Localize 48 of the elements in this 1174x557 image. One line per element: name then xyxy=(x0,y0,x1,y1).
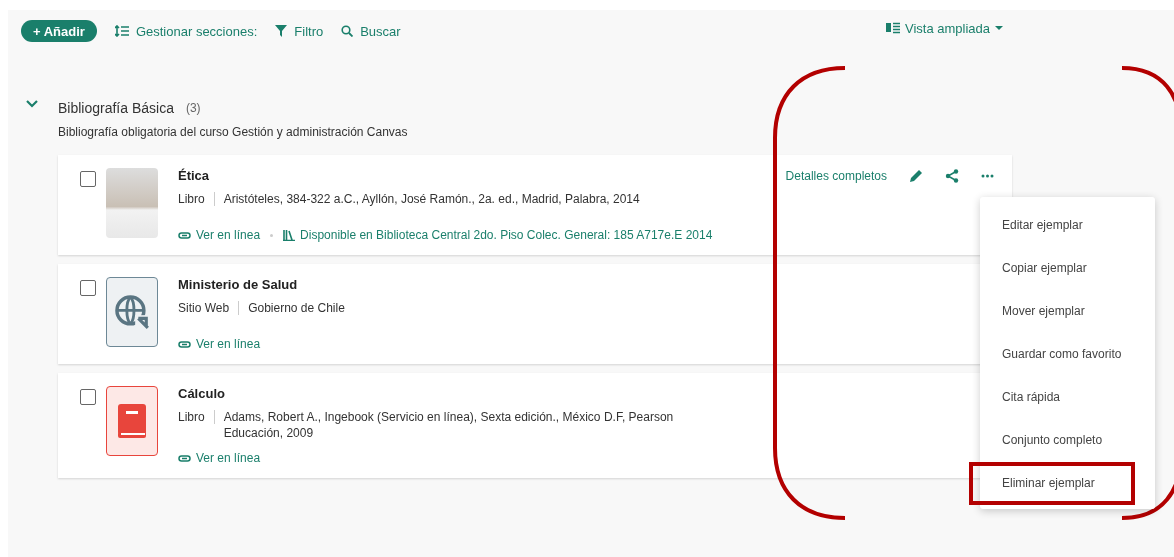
item-type: Libro xyxy=(178,409,205,425)
view-list-icon xyxy=(885,22,900,34)
item-details: Aristóteles, 384-322 a.C., Ayllón, José Ramón., 2a. ed., Madrid, Palabra, 2014 xyxy=(223,191,641,207)
view-online-link[interactable]: Ver en línea xyxy=(178,228,261,242)
add-button[interactable]: + Añadir xyxy=(21,20,97,42)
item-title[interactable]: Cálculo xyxy=(178,386,225,401)
checkbox[interactable] xyxy=(80,280,96,296)
item-type: Libro xyxy=(178,191,205,207)
menu-item[interactable]: Guardar como favorito xyxy=(980,333,1155,376)
chevron-icon[interactable] xyxy=(26,100,38,108)
books-icon xyxy=(283,229,296,241)
book-icon xyxy=(115,402,149,440)
book-cover-placeholder xyxy=(106,168,158,238)
share-icon[interactable] xyxy=(945,169,959,183)
more-icon[interactable] xyxy=(981,174,994,178)
link-icon xyxy=(178,231,191,239)
checkbox[interactable] xyxy=(80,171,96,187)
link-icon xyxy=(178,340,191,348)
item-details: Gobierno de Chile xyxy=(248,300,346,316)
filter-button[interactable]: Filtro xyxy=(275,23,324,39)
link-icon xyxy=(178,454,191,462)
sort-list-icon xyxy=(114,25,129,37)
item-title[interactable]: Ministerio de Salud xyxy=(178,277,298,292)
checkbox[interactable] xyxy=(80,389,96,405)
full-details-link[interactable]: Detalles completos xyxy=(785,169,887,183)
menu-item[interactable]: Conjunto completo xyxy=(980,419,1155,462)
view-online-link[interactable]: Ver en línea xyxy=(178,451,261,465)
pencil-icon[interactable] xyxy=(909,169,923,183)
search-button[interactable]: Buscar xyxy=(341,23,401,39)
menu-item[interactable]: Editar ejemplar xyxy=(980,204,1155,247)
availability-link[interactable]: Disponible en Biblioteca Central 2do. Piso Colec. General: 185 A717e.E 2014 xyxy=(283,228,713,242)
menu-item[interactable]: Mover ejemplar xyxy=(980,290,1155,333)
menu-item[interactable]: Copiar ejemplar xyxy=(980,247,1155,290)
section-description: Bibliografía obligatoria del curso Gestión y administración Canvas xyxy=(58,125,409,139)
search-icon xyxy=(341,25,354,37)
menu-item[interactable]: Cita rápida xyxy=(980,376,1155,419)
item-title[interactable]: Ética xyxy=(178,168,210,183)
globe-cursor-icon xyxy=(113,293,151,331)
view-online-link[interactable]: Ver en línea xyxy=(178,337,261,351)
item-details: Adams, Robert A., Ingebook (Servicio en línea), Sexta edición., México D.F, Pearson Educación, 2009 xyxy=(223,409,675,441)
section-title: Bibliografía Básica xyxy=(58,100,174,116)
section-count: (3) xyxy=(185,101,201,115)
filter-icon xyxy=(275,25,288,37)
item-type: Sitio Web xyxy=(178,300,230,316)
menu-item[interactable]: Eliminar ejemplar xyxy=(969,462,1135,505)
view-dropdown[interactable]: Vista ampliada xyxy=(885,20,1003,36)
manage-sections-button[interactable]: Gestionar secciones: xyxy=(114,23,258,39)
caret-icon xyxy=(995,25,1003,31)
